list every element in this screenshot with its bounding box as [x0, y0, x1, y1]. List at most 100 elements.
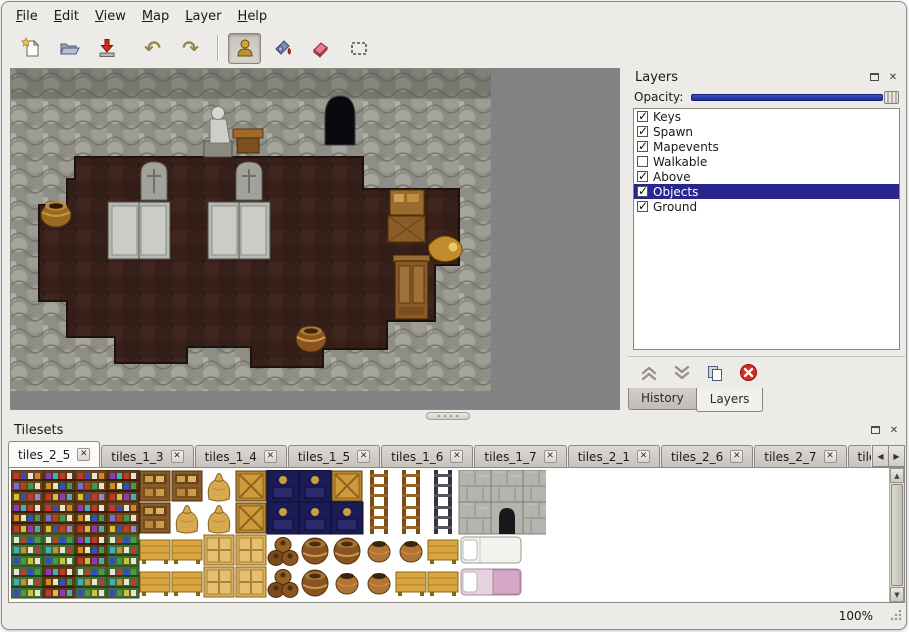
- layer-visibility-checkbox[interactable]: [637, 201, 648, 212]
- table: [233, 129, 263, 153]
- zoom-level: 100%: [839, 609, 873, 623]
- scroll-up-button[interactable]: ▲: [890, 468, 904, 483]
- tileset-tab-0[interactable]: tiles_2_5✕: [8, 441, 100, 467]
- layer-toolbar: [628, 356, 905, 382]
- open-map-button[interactable]: [52, 33, 85, 64]
- layer-visibility-checkbox[interactable]: [637, 186, 648, 197]
- save-map-button[interactable]: [90, 33, 123, 64]
- close-tab-icon[interactable]: ✕: [637, 450, 650, 463]
- opacity-slider-track[interactable]: [691, 94, 883, 101]
- menu-map[interactable]: Map: [134, 7, 177, 26]
- layer-name: Ground: [653, 200, 697, 214]
- raise-layer-button[interactable]: [640, 365, 658, 381]
- layer-visibility-checkbox[interactable]: [637, 141, 648, 152]
- menu-layer[interactable]: Layer: [177, 7, 229, 26]
- tombstone-left: [141, 162, 167, 200]
- float-panel-button[interactable]: [868, 423, 882, 437]
- tileset-tab-4[interactable]: tiles_1_6✕: [381, 445, 473, 467]
- tab-label: tiles_: [858, 450, 871, 464]
- layer-name: Keys: [653, 110, 681, 124]
- tileset-vertical-scrollbar[interactable]: ▲ ▼: [889, 468, 904, 602]
- menubar: File Edit View Map Layer Help: [8, 6, 275, 27]
- scrollbar-thumb[interactable]: [891, 484, 903, 586]
- layer-name: Above: [653, 170, 691, 184]
- layer-list[interactable]: Keys Spawn Mapevents Walkable Above Obje…: [633, 108, 900, 350]
- close-tab-icon[interactable]: ✕: [824, 450, 837, 463]
- close-tab-icon[interactable]: ✕: [730, 450, 743, 463]
- close-tab-icon[interactable]: ✕: [544, 450, 557, 463]
- tab-label: tiles_2_7: [764, 450, 816, 464]
- scroll-tabs-left-button[interactable]: ◀: [872, 445, 889, 467]
- tileset-tab-3[interactable]: tiles_1_5✕: [288, 445, 380, 467]
- scroll-down-button[interactable]: ▼: [890, 587, 904, 602]
- opacity-slider-handle[interactable]: [884, 91, 899, 104]
- layers-panel-title: Layers: [633, 70, 678, 85]
- layer-visibility-checkbox[interactable]: [637, 156, 648, 167]
- duplicate-layer-button[interactable]: [706, 364, 724, 382]
- tab-label: tiles_1_4: [205, 450, 257, 464]
- map-content: [11, 69, 491, 391]
- layer-visibility-checkbox[interactable]: [637, 126, 648, 137]
- new-file-icon: [20, 37, 42, 59]
- tileset-tab-bar: tiles_2_5✕ tiles_1_3✕ tiles_1_4 ✕ tiles_1…: [8, 441, 871, 467]
- close-tab-icon[interactable]: ✕: [264, 450, 277, 463]
- layer-name: Spawn: [653, 125, 693, 139]
- cabinet: [393, 255, 430, 319]
- layer-row-above[interactable]: Above: [634, 169, 899, 184]
- layer-row-mapevents[interactable]: Mapevents: [634, 139, 899, 154]
- close-tab-icon[interactable]: ✕: [77, 448, 90, 461]
- tileset-tab-7[interactable]: tiles_2_6 ✕: [661, 445, 753, 467]
- select-tool-button[interactable]: [342, 33, 375, 64]
- close-tab-icon[interactable]: ✕: [450, 450, 463, 463]
- layer-row-walkable[interactable]: Walkable: [634, 154, 899, 169]
- close-panel-button[interactable]: ✕: [887, 423, 901, 437]
- scroll-tabs-right-button[interactable]: ▶: [888, 445, 905, 467]
- dye-bucket-icon: [272, 37, 294, 59]
- tileset-tab-8[interactable]: tiles_2_7 ✕: [754, 445, 846, 467]
- stamp-tool-button[interactable]: [228, 33, 261, 64]
- close-tab-icon[interactable]: ✕: [357, 450, 370, 463]
- map-canvas[interactable]: [11, 69, 619, 409]
- redo-button[interactable]: ↷: [174, 33, 207, 64]
- resize-grip[interactable]: [889, 606, 902, 625]
- layer-row-keys[interactable]: Keys: [634, 109, 899, 124]
- tileset-tab-6[interactable]: tiles_2_1✕: [568, 445, 660, 467]
- lower-layer-button[interactable]: [673, 365, 691, 381]
- barrel-bottom: [296, 326, 326, 352]
- new-file-button[interactable]: [14, 33, 47, 64]
- layer-row-spawn[interactable]: Spawn: [634, 124, 899, 139]
- tileset-tab-5[interactable]: tiles_1_7✕: [474, 445, 566, 467]
- float-panel-button[interactable]: [867, 70, 881, 84]
- close-tab-icon[interactable]: ✕: [171, 450, 184, 463]
- tileset-tab-1[interactable]: tiles_1_3✕: [101, 445, 193, 467]
- tilesets-panel-title: Tilesets: [12, 423, 63, 438]
- opacity-label: Opacity:: [634, 90, 683, 104]
- layer-name: Objects: [653, 185, 698, 199]
- layer-visibility-checkbox[interactable]: [637, 171, 648, 182]
- tab-label: tiles_2_6: [671, 450, 723, 464]
- layer-visibility-checkbox[interactable]: [637, 111, 648, 122]
- float-icon: [870, 73, 879, 81]
- opacity-row: Opacity:: [628, 86, 905, 108]
- menu-view[interactable]: View: [87, 7, 134, 26]
- undo-button[interactable]: ↶: [136, 33, 169, 64]
- eraser-tool-button[interactable]: [304, 33, 337, 64]
- stone-door-right: [208, 202, 270, 259]
- tileset-image[interactable]: [11, 470, 546, 600]
- close-panel-button[interactable]: ✕: [886, 70, 900, 84]
- crates-right: [388, 190, 425, 242]
- tab-layers[interactable]: Layers: [696, 388, 764, 412]
- menu-file[interactable]: File: [8, 7, 46, 26]
- opacity-slider[interactable]: [691, 91, 899, 104]
- layer-row-objects[interactable]: Objects: [634, 184, 899, 199]
- delete-layer-button[interactable]: [739, 363, 758, 382]
- tileset-tab-9[interactable]: tiles_✕: [848, 445, 871, 467]
- layer-row-ground[interactable]: Ground: [634, 199, 899, 214]
- tab-history[interactable]: History: [628, 388, 697, 410]
- tileset-tab-2[interactable]: tiles_1_4 ✕: [195, 445, 287, 467]
- menu-help[interactable]: Help: [230, 7, 276, 26]
- dye-tool-button[interactable]: [266, 33, 299, 64]
- menu-edit[interactable]: Edit: [46, 7, 87, 26]
- redo-icon: ↷: [182, 38, 199, 58]
- splitter-handle[interactable]: [426, 412, 470, 420]
